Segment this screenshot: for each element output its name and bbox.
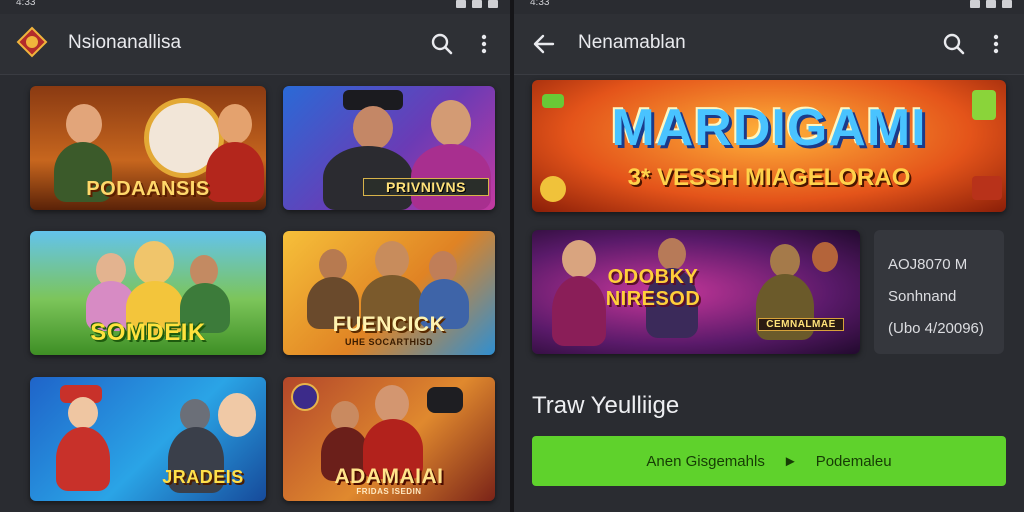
more-vert-icon[interactable] [470, 30, 498, 58]
character-head [375, 241, 409, 279]
game-badge-icon [291, 383, 319, 411]
info-line-3: (Ubo 4/20096) [888, 320, 984, 337]
more-vert-icon[interactable] [982, 30, 1010, 58]
character-head [431, 100, 471, 146]
status-bar: 4:33 [514, 0, 1024, 10]
search-icon[interactable] [940, 30, 968, 58]
banner-subtitle: 3* VESSH MIAGELORAO [627, 164, 911, 191]
game-card-title: JRADEIS [162, 467, 244, 487]
character-head [68, 397, 98, 429]
game-card-title: PRIVNIVNS [363, 178, 489, 196]
right-screen: 4:33 Nenamablan MARDIGAMI 3* VESSH MIAGE… [514, 0, 1024, 512]
signal-icon [456, 0, 466, 8]
signal-icon [970, 0, 980, 8]
game-card-1[interactable]: PODAANSIS [30, 86, 266, 210]
character-head [812, 242, 838, 272]
game-card-5[interactable]: JRADEIS [30, 377, 266, 501]
game-card-title: PODAANSIS [86, 178, 210, 200]
character-head [66, 104, 102, 144]
game-card-6[interactable]: ADAMAIAI FRIDAS ISEDIN [283, 377, 495, 501]
hero-banner[interactable]: MARDIGAMI 3* VESSH MIAGELORAO [532, 80, 1006, 212]
character-head [353, 106, 393, 150]
wifi-icon [986, 0, 996, 8]
promo-title: ODOBKY NIRESOD [605, 266, 701, 310]
game-card-title: ADAMAIAI [334, 465, 444, 488]
info-line-2: Sonhnand [888, 288, 957, 305]
page-title: Nenamablan [578, 32, 686, 53]
status-time: 4:33 [530, 0, 550, 8]
character-head [134, 241, 174, 285]
left-screen: 4:33 Nsionanallisa PODAANSIS PRIVNIVNS S… [0, 0, 510, 512]
app-logo-icon [16, 26, 48, 58]
game-card-subtitle: UHE SOCARTHISD [344, 337, 433, 347]
cta-label-left: Anen Gisgemahls [646, 452, 765, 470]
game-card-4[interactable]: FUENCICK UHE SOCARTHISD [283, 231, 495, 355]
play-arrow-icon: ► [782, 452, 798, 470]
status-bar: 4:33 [0, 0, 510, 10]
banner-title: MARDIGAMI [611, 99, 927, 157]
battery-icon [1002, 0, 1012, 8]
character-body [56, 427, 110, 491]
app-bar: Nenamablan [514, 14, 1024, 75]
back-arrow-icon[interactable] [530, 30, 558, 58]
character-head [770, 244, 800, 278]
app-bar: Nsionanallisa [0, 14, 510, 75]
character-head [218, 104, 252, 144]
status-time: 4:33 [16, 0, 36, 8]
game-card-title: FUENCICK [332, 313, 446, 336]
primary-action-button[interactable]: Anen Gisgemahls ► Podemaleu [532, 436, 1006, 486]
wifi-icon [472, 0, 482, 8]
promo-badge: CEMNALMAE [758, 318, 844, 331]
game-card-title: SOMDEIK [90, 319, 206, 346]
game-card-2[interactable]: PRIVNIVNS [283, 86, 495, 210]
speech-bubble [427, 387, 463, 413]
character-head [375, 385, 409, 423]
character-body [411, 144, 491, 210]
search-icon[interactable] [428, 30, 456, 58]
info-card: AOJ8070 M Sonhnand (Ubo 4/20096) [874, 230, 1004, 354]
cta-label-right: Podemaleu [815, 452, 892, 470]
character-head [562, 240, 596, 278]
battery-icon [488, 0, 498, 8]
game-card-3[interactable]: SOMDEIK [30, 231, 266, 355]
info-line-1: AOJ8070 M [888, 256, 968, 273]
promo-card[interactable]: ODOBKY NIRESOD CEMNALMAE [532, 230, 860, 354]
page-title: Nsionanallisa [68, 32, 182, 53]
section-title: Traw Yeulliige [532, 392, 680, 419]
game-card-subtitle: FRIDAS ISEDIN [356, 487, 422, 496]
character-head [218, 393, 256, 437]
